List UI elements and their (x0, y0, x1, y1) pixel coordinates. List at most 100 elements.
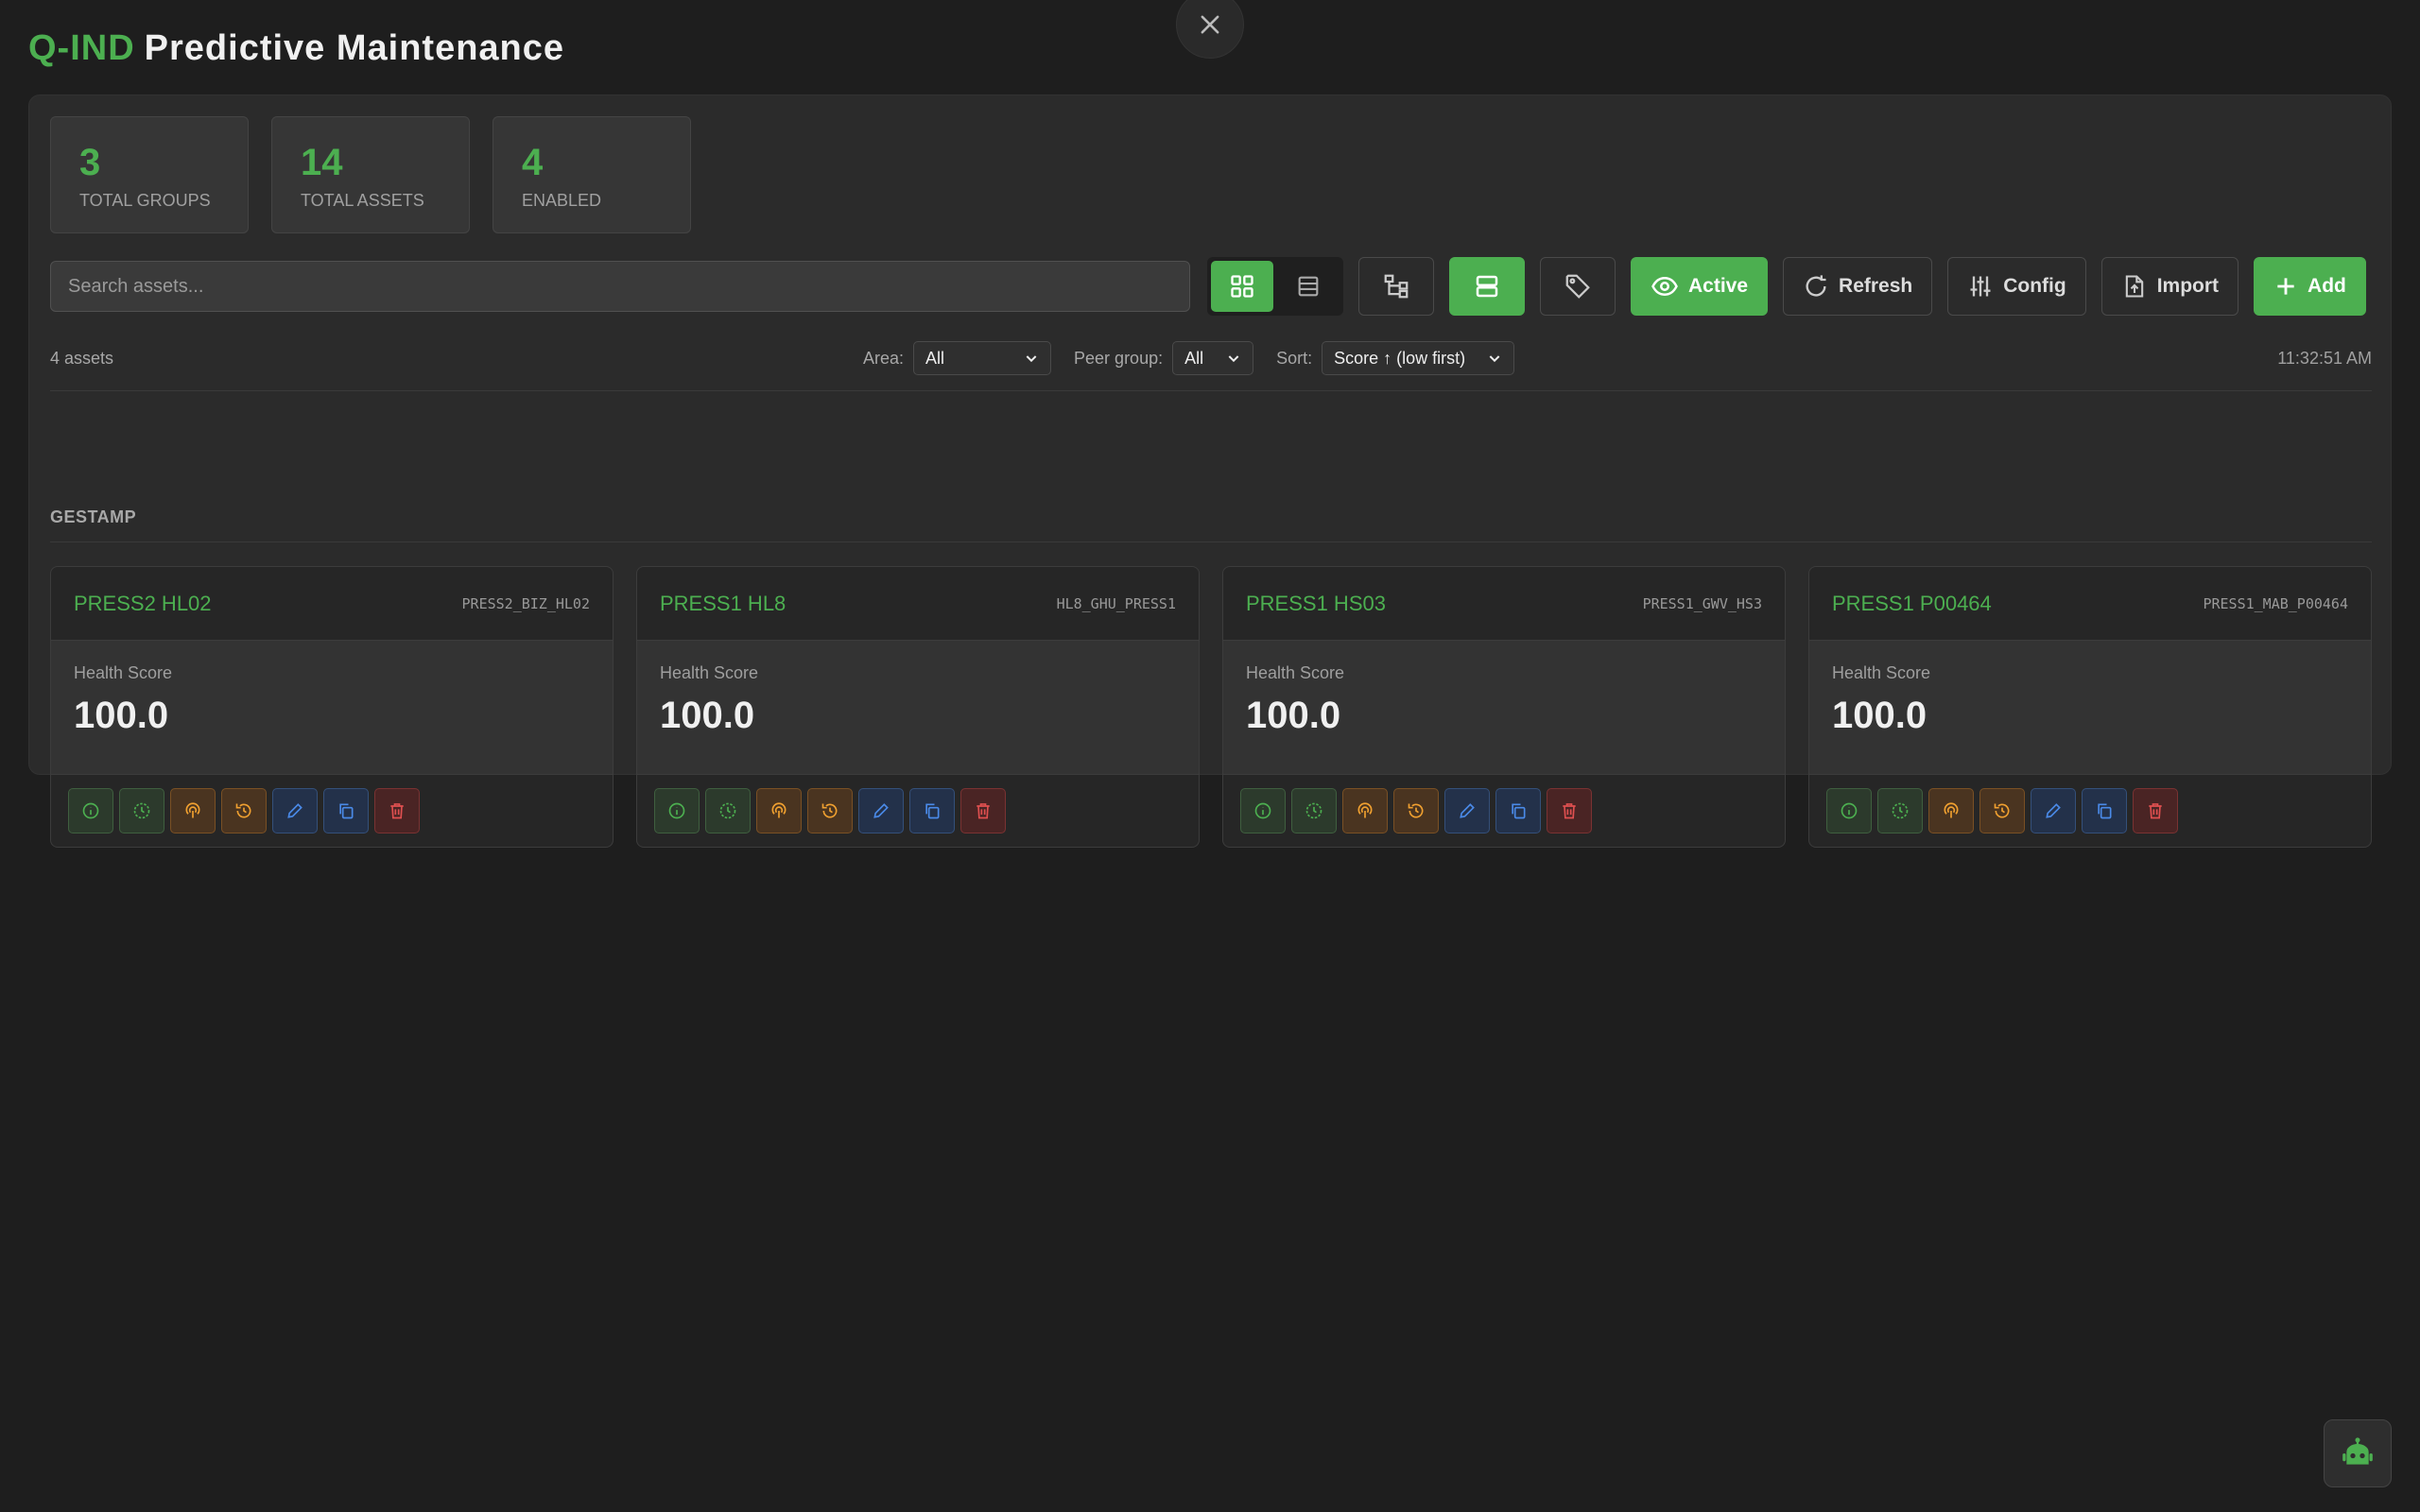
info-button[interactable] (68, 788, 113, 833)
card-actions (637, 775, 1199, 847)
stat-total-assets: 14 TOTAL ASSETS (271, 116, 470, 233)
clock-icon (1892, 802, 1909, 819)
copy-button[interactable] (2082, 788, 2127, 833)
hierarchy-button[interactable] (1358, 257, 1434, 316)
asset-card[interactable]: PRESS2 HL02 PRESS2_BIZ_HL02 Health Score… (50, 566, 614, 848)
history-icon (821, 803, 838, 818)
copy-button[interactable] (909, 788, 955, 833)
history-button[interactable] (1393, 788, 1439, 833)
app-name: Predictive Maintenance (144, 28, 565, 68)
schedule-button[interactable] (119, 788, 164, 833)
info-button[interactable] (1240, 788, 1286, 833)
delete-button[interactable] (2133, 788, 2178, 833)
config-button[interactable]: Config (1947, 257, 2086, 316)
health-score-value: 100.0 (660, 695, 755, 736)
card-header: PRESS1 P00464 PRESS1_MAB_P00464 (1809, 567, 2371, 641)
delete-icon (977, 803, 990, 819)
delete-button[interactable] (1547, 788, 1592, 833)
history-button[interactable] (1979, 788, 2025, 833)
delete-icon (2149, 803, 2162, 819)
card-body: Health Score 100.0 (1223, 641, 1785, 775)
group-view-button[interactable] (1449, 257, 1525, 316)
brand-name: Q-IND (28, 28, 135, 68)
sensor-button[interactable] (1342, 788, 1388, 833)
file-upload-icon (2125, 275, 2143, 298)
delete-button[interactable] (374, 788, 420, 833)
edit-button[interactable] (858, 788, 904, 833)
info-button[interactable] (654, 788, 700, 833)
health-score-label: Health Score (1832, 663, 1931, 682)
refresh-label: Refresh (1839, 275, 1913, 297)
group-title: GESTAMP (50, 507, 137, 526)
tag-icon (1565, 274, 1590, 299)
asset-name[interactable]: PRESS1 P00464 (1832, 592, 1992, 616)
eye-icon (1651, 276, 1678, 297)
stack-icon (1476, 275, 1498, 298)
stat-value: 14 (301, 142, 343, 183)
sensor-button[interactable] (170, 788, 216, 833)
asset-code: PRESS1_GWV_HS3 (1642, 594, 1762, 612)
health-score-label: Health Score (660, 663, 759, 682)
asset-card[interactable]: PRESS1 HL8 HL8_GHU_PRESS1 Health Score 1… (636, 566, 1200, 848)
card-header: PRESS2 HL02 PRESS2_BIZ_HL02 (51, 567, 613, 641)
chevron-down-icon (1489, 355, 1500, 363)
refresh-button[interactable]: Refresh (1783, 257, 1933, 316)
last-updated-time: 11:32:51 AM (2277, 348, 2372, 368)
sort-select[interactable]: Score ↑ (low first) (1322, 341, 1515, 375)
schedule-button[interactable] (1877, 788, 1923, 833)
card-body: Health Score 100.0 (51, 641, 613, 775)
edit-button[interactable] (1444, 788, 1490, 833)
edit-icon (873, 803, 889, 818)
asset-name[interactable]: PRESS1 HL8 (660, 592, 786, 616)
card-header: PRESS1 HS03 PRESS1_GWV_HS3 (1223, 567, 1785, 641)
delete-icon (1563, 803, 1576, 819)
asset-name[interactable]: PRESS2 HL02 (74, 592, 212, 616)
asset-card[interactable]: PRESS1 P00464 PRESS1_MAB_P00464 Health S… (1808, 566, 2372, 848)
sensor-button[interactable] (756, 788, 802, 833)
copy-button[interactable] (1495, 788, 1541, 833)
tags-button[interactable] (1540, 257, 1616, 316)
asset-name[interactable]: PRESS1 HS03 (1246, 592, 1386, 616)
assistant-bot-button[interactable] (2324, 1419, 2392, 1487)
edit-button[interactable] (272, 788, 318, 833)
active-filter-button[interactable]: Active (1631, 257, 1769, 316)
history-button[interactable] (807, 788, 853, 833)
stat-label: TOTAL ASSETS (301, 191, 424, 210)
delete-button[interactable] (960, 788, 1006, 833)
schedule-button[interactable] (1291, 788, 1337, 833)
asset-card[interactable]: PRESS1 HS03 PRESS1_GWV_HS3 Health Score … (1222, 566, 1786, 848)
peer-group-select[interactable]: All (1172, 341, 1254, 375)
copy-icon (1512, 803, 1526, 819)
edit-button[interactable] (2031, 788, 2076, 833)
info-icon (82, 802, 99, 819)
list-view-button[interactable] (1277, 261, 1340, 312)
health-score-value: 100.0 (1246, 695, 1341, 736)
area-select[interactable]: All (913, 341, 1052, 375)
info-button[interactable] (1826, 788, 1872, 833)
asset-count: 4 assets (50, 348, 114, 368)
sensor-button[interactable] (1928, 788, 1974, 833)
area-filter: Area: All (863, 341, 1052, 375)
stat-value: 3 (79, 142, 101, 183)
search-input[interactable] (50, 261, 1190, 312)
sensor-icon (771, 802, 786, 818)
close-icon (1201, 15, 1219, 34)
add-button[interactable]: Add (2254, 257, 2366, 316)
card-actions (51, 775, 613, 847)
copy-icon (2098, 803, 2112, 819)
robot-icon (2342, 1437, 2373, 1465)
card-header: PRESS1 HL8 HL8_GHU_PRESS1 (637, 567, 1199, 641)
schedule-button[interactable] (705, 788, 751, 833)
edit-icon (2046, 803, 2061, 818)
import-button[interactable]: Import (2100, 257, 2239, 316)
grid-view-button[interactable] (1211, 261, 1273, 312)
stats-row: 3 TOTAL GROUPS 14 TOTAL ASSETS 4 ENABLED (50, 116, 691, 233)
close-button[interactable] (1176, 0, 1244, 59)
history-button[interactable] (221, 788, 267, 833)
health-score-value: 100.0 (74, 695, 169, 736)
info-icon (1254, 802, 1271, 819)
stat-total-groups: 3 TOTAL GROUPS (50, 116, 249, 233)
copy-button[interactable] (323, 788, 369, 833)
list-icon (1298, 276, 1319, 297)
asset-code: PRESS2_BIZ_HL02 (461, 594, 590, 612)
